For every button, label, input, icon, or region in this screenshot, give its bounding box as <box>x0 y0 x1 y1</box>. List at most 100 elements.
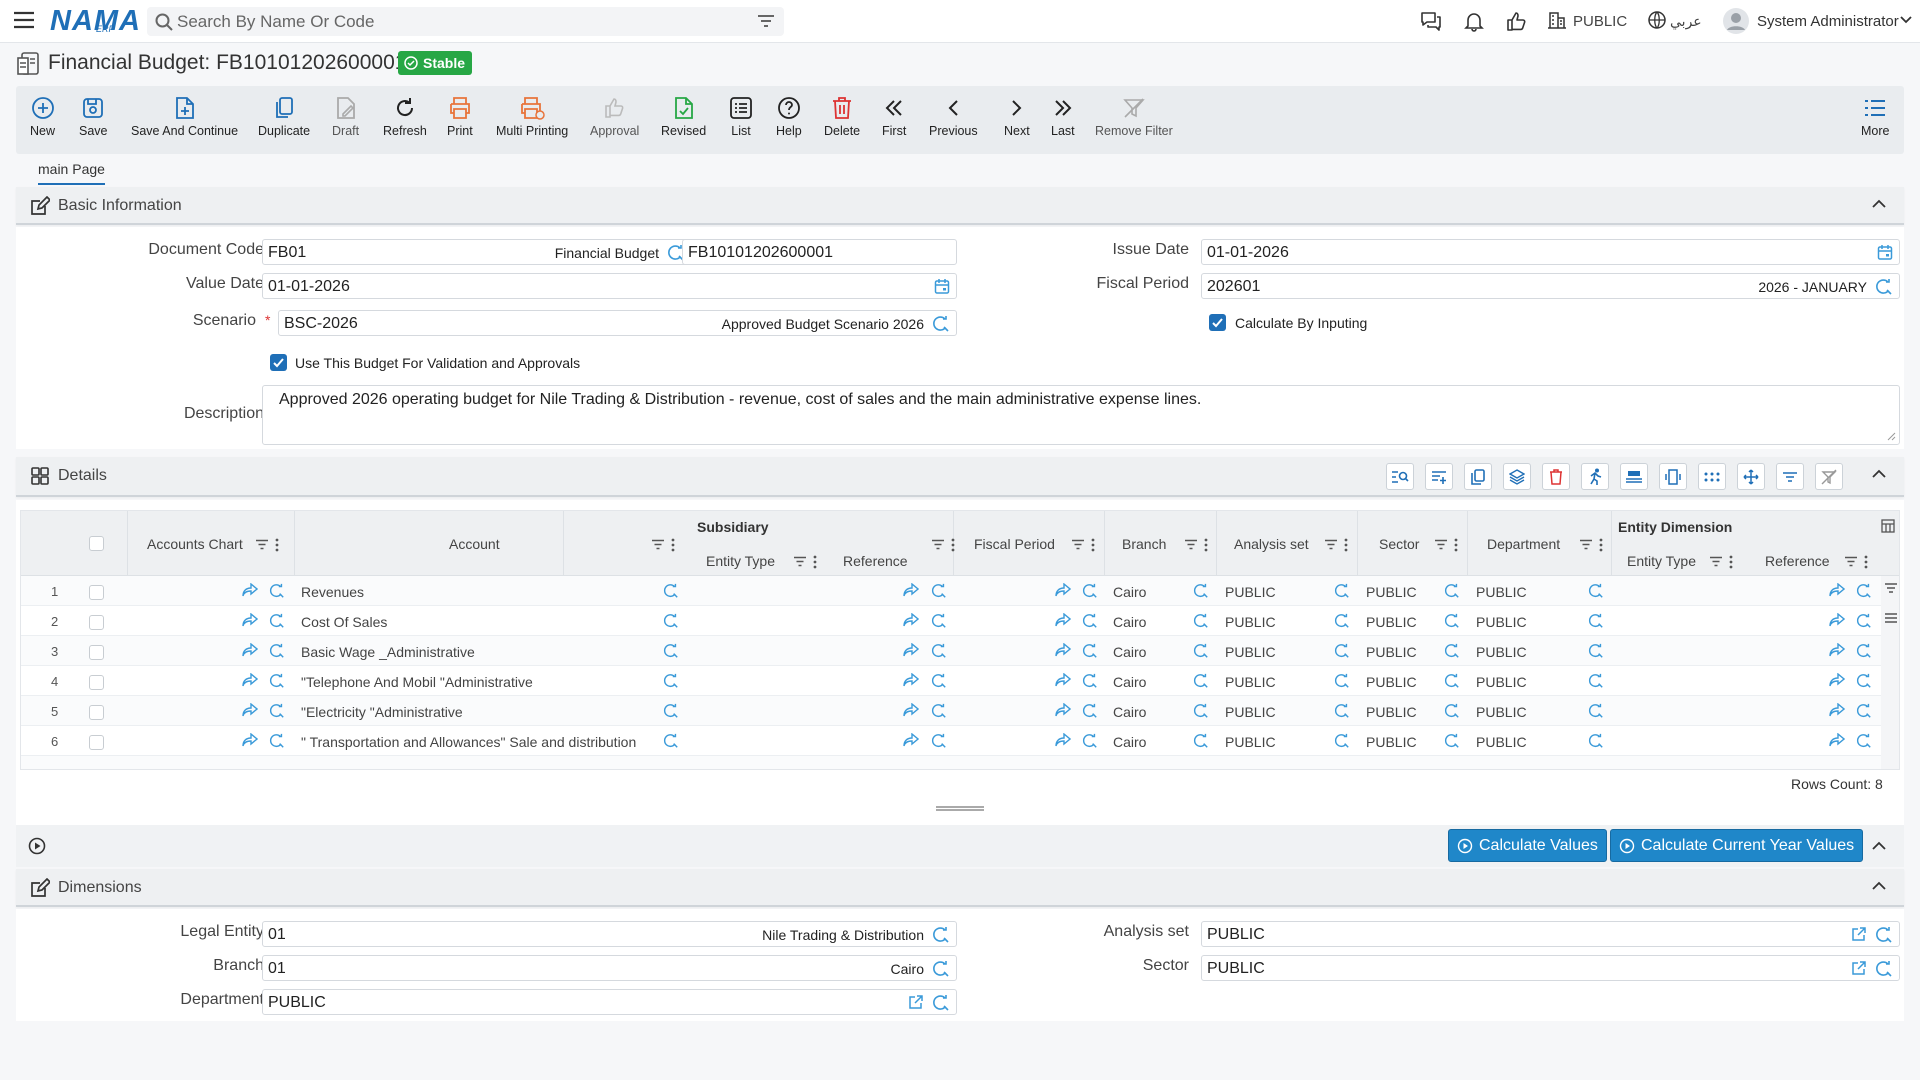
lookup-icon[interactable] <box>663 703 679 719</box>
lookup-icon[interactable] <box>932 315 950 333</box>
sector-cell[interactable]: PUBLIC <box>1366 584 1417 600</box>
lookup-icon[interactable] <box>663 613 679 629</box>
share-icon[interactable] <box>1055 583 1071 597</box>
calculate-values-button[interactable]: Calculate Values <box>1448 829 1607 862</box>
lookup-icon[interactable] <box>1334 583 1350 599</box>
calculate-current-year-values-button[interactable]: Calculate Current Year Values <box>1610 829 1864 862</box>
sector-cell[interactable]: PUBLIC <box>1366 674 1417 690</box>
lookup-icon[interactable] <box>1856 613 1872 629</box>
column-menu-icon[interactable] <box>1729 555 1733 569</box>
lookup-icon[interactable] <box>1193 583 1209 599</box>
globe-icon[interactable] <box>1647 10 1667 30</box>
lookup-icon[interactable] <box>269 613 285 629</box>
lookup-icon[interactable] <box>931 643 947 659</box>
document-number-field[interactable]: FB10101202600001 <box>682 239 957 265</box>
lookup-icon[interactable] <box>931 583 947 599</box>
col-entity-type-2[interactable]: Entity Type <box>1627 553 1696 569</box>
account-cell[interactable]: "Telephone And Mobil "Administrative <box>301 674 533 690</box>
lookup-icon[interactable] <box>1588 733 1604 749</box>
remove-filter-button[interactable]: Remove Filter <box>1095 94 1173 138</box>
delete-row-icon[interactable] <box>1542 463 1570 490</box>
branch-field[interactable]: 01 Cairo <box>262 955 957 981</box>
share-icon[interactable] <box>242 673 258 687</box>
column-menu-icon[interactable] <box>1091 538 1095 552</box>
filter-icon[interactable] <box>1884 582 1898 594</box>
lookup-icon[interactable] <box>663 733 679 749</box>
refresh-button[interactable]: Refresh <box>383 94 427 138</box>
lookup-icon[interactable] <box>931 673 947 689</box>
last-button[interactable]: Last <box>1051 94 1075 138</box>
lookup-icon[interactable] <box>1193 673 1209 689</box>
share-icon[interactable] <box>242 703 258 717</box>
previous-button[interactable]: Previous <box>929 94 978 138</box>
description-field[interactable]: Approved 2026 operating budget for Nile … <box>262 385 1900 445</box>
user-name[interactable]: System Administrator <box>1757 13 1899 30</box>
use-budget-checkbox[interactable] <box>270 354 287 371</box>
col-fiscal-period[interactable]: Fiscal Period <box>974 536 1055 552</box>
column-menu-icon[interactable] <box>951 538 955 552</box>
sector-cell[interactable]: PUBLIC <box>1366 644 1417 660</box>
more-button[interactable]: More <box>1861 94 1889 138</box>
revised-button[interactable]: Revised <box>661 94 706 138</box>
analysis-set-cell[interactable]: PUBLIC <box>1225 614 1276 630</box>
lookup-icon[interactable] <box>931 703 947 719</box>
share-icon[interactable] <box>1055 613 1071 627</box>
dots-grid-icon[interactable] <box>1698 463 1726 490</box>
row-checkbox[interactable] <box>89 645 104 660</box>
lookup-icon[interactable] <box>1193 643 1209 659</box>
lookup-icon[interactable] <box>1875 960 1893 978</box>
lookup-icon[interactable] <box>1875 278 1893 296</box>
column-filter-icon[interactable] <box>1844 556 1858 567</box>
add-row-icon[interactable] <box>1425 463 1453 490</box>
fiscal-period-field[interactable]: 202601 2026 - JANUARY <box>1201 273 1900 299</box>
department-cell[interactable]: PUBLIC <box>1476 734 1527 750</box>
lookup-icon[interactable] <box>1588 673 1604 689</box>
lookup-icon[interactable] <box>269 703 285 719</box>
table-row[interactable]: 6 " Transportation and Allowances" Sale a… <box>21 726 1881 756</box>
column-filter-icon[interactable] <box>1709 556 1723 567</box>
share-icon[interactable] <box>1829 673 1845 687</box>
thumbs-up-icon[interactable] <box>1505 10 1527 32</box>
lookup-icon[interactable] <box>1082 703 1098 719</box>
department-cell[interactable]: PUBLIC <box>1476 644 1527 660</box>
help-button[interactable]: Help <box>776 94 802 138</box>
layers-icon[interactable] <box>1503 463 1531 490</box>
department-cell[interactable]: PUBLIC <box>1476 614 1527 630</box>
col-entity-type[interactable]: Entity Type <box>706 553 775 569</box>
column-menu-icon[interactable] <box>1344 538 1348 552</box>
share-icon[interactable] <box>1055 673 1071 687</box>
department-cell[interactable]: PUBLIC <box>1476 674 1527 690</box>
chevron-up-icon[interactable] <box>1872 841 1886 850</box>
lookup-icon[interactable] <box>1875 926 1893 944</box>
table-row[interactable]: 4 "Telephone And Mobil "Administrative Cai… <box>21 666 1881 696</box>
table-row[interactable]: 5 "Electricity "Administrative Cairo PUBLIC… <box>21 696 1881 726</box>
analysis-set-cell[interactable]: PUBLIC <box>1225 704 1276 720</box>
lookup-icon[interactable] <box>1588 613 1604 629</box>
analysis-set-cell[interactable]: PUBLIC <box>1225 584 1276 600</box>
col-sector[interactable]: Sector <box>1379 536 1419 552</box>
document-code-field[interactable]: FB01 Financial Budget <box>262 239 692 265</box>
lookup-icon[interactable] <box>1856 643 1872 659</box>
share-icon[interactable] <box>1829 583 1845 597</box>
external-link-icon[interactable] <box>908 994 924 1010</box>
share-icon[interactable] <box>242 643 258 657</box>
move-icon[interactable] <box>1737 463 1765 490</box>
share-icon[interactable] <box>1829 703 1845 717</box>
col-branch[interactable]: Branch <box>1122 536 1166 552</box>
lookup-icon[interactable] <box>1588 703 1604 719</box>
save-and-continue-button[interactable]: Save And Continue <box>131 94 238 138</box>
lookup-icon[interactable] <box>1082 613 1098 629</box>
share-icon[interactable] <box>242 583 258 597</box>
menu-icon[interactable] <box>14 11 34 29</box>
lookup-icon[interactable] <box>1444 703 1460 719</box>
dimensions-header[interactable]: Dimensions <box>16 869 1904 907</box>
play-circle-icon[interactable] <box>28 837 46 855</box>
select-all-checkbox[interactable] <box>89 536 104 551</box>
scenario-field[interactable]: BSC-2026 Approved Budget Scenario 2026 <box>278 310 957 336</box>
tab-main-page[interactable]: main Page <box>38 161 105 185</box>
analysis-set-cell[interactable]: PUBLIC <box>1225 644 1276 660</box>
lookup-icon[interactable] <box>1444 613 1460 629</box>
col-department[interactable]: Department <box>1487 536 1560 552</box>
col-analysis-set[interactable]: Analysis set <box>1234 536 1309 552</box>
share-icon[interactable] <box>903 673 919 687</box>
